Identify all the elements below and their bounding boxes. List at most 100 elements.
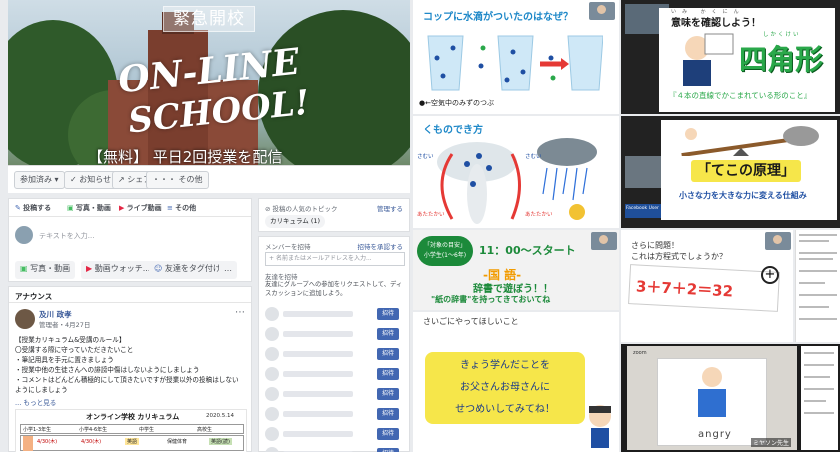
slide3-title: 意味を確認しよう！ (671, 18, 761, 29)
friend-invite-button[interactable]: 招待 (377, 348, 399, 360)
manage-link[interactable]: 管理する (377, 203, 403, 213)
slide-kokugo: 「対象の目安」 小学生(1〜6年) 11：00〜スタート -国 語- 辞書で遊ぼう… (413, 230, 619, 310)
friend-avatar (265, 367, 279, 381)
slide6-question: さらに問題！ これは方程式でしょうか？ (631, 241, 727, 261)
slide-lever-principle: 「てこの原理」 小さな力を大きな力に変える仕組み Facebook User (621, 116, 840, 228)
start-time: 11：00〜スタート (479, 244, 576, 257)
invite-approve-link[interactable]: 招待を承認する (358, 241, 404, 251)
friend-invite-button[interactable]: 招待 (377, 368, 399, 380)
slide1-title: コップに水滴がついたのはなぜ？ (423, 12, 573, 23)
zoom-label: zoom (633, 350, 647, 356)
student-illustration (589, 405, 611, 448)
slide2-label-warm-left: あたたかい (417, 212, 445, 218)
equation-card: 3＋7＋2＝32 (628, 264, 780, 312)
chat-panel (795, 230, 840, 342)
slide3-definition: 『４本の直線でかこまれている形のこと』 (669, 91, 812, 100)
post-options-icon[interactable]: ⋯ (235, 307, 245, 318)
friend-name-blurred (283, 331, 353, 337)
presenter-video-1 (589, 2, 615, 20)
invite-card: メンバーを招待 招待を承認する + 名前またはメールアドレスを入力... 友達を… (258, 236, 410, 452)
angry-face-illustration (698, 367, 726, 417)
plus-sign-card: + (761, 266, 779, 284)
presenter-video-5 (591, 232, 617, 250)
friend-avatar (265, 327, 279, 341)
notify-button[interactable]: ✓ お知らせ (64, 171, 118, 189)
composer-tag-button[interactable]: ☺ 友達をタグ付け (149, 261, 226, 279)
friend-avatar (265, 407, 279, 421)
slide6-equation: 3＋7＋2＝32 (635, 277, 734, 301)
composer-tab-more[interactable]: ≡ その他 (167, 203, 196, 213)
slide3-word-ruby: しかくけい (763, 32, 801, 38)
topic-chip[interactable]: カリキュラム (1) (265, 215, 326, 228)
invite-input[interactable]: + 名前またはメールアドレスを入力... (265, 252, 405, 266)
friend-invite-desc: 友達にグループへの参加をリクエストして、ディスカッションに追加しよう。 (265, 281, 403, 297)
slide-angry-card: zoom angry ミヤソン先生 (621, 344, 840, 452)
presenter-name: ミヤソン先生 (751, 438, 792, 447)
curriculum-date: 2020.5.14 (206, 413, 234, 419)
joined-button[interactable]: 参加済み ▾ (14, 171, 65, 189)
slide-equation: さらに問題！ これは方程式でしょうか？ 3＋7＋2＝32 + (621, 230, 793, 342)
composer-more-button[interactable]: … (219, 261, 237, 279)
invite-members-title: メンバーを招待 (265, 243, 311, 251)
friend-name-blurred (283, 351, 353, 357)
slide5-line1: 辞書で遊ぼう！！ (473, 284, 553, 295)
friend-invite-button[interactable]: 招待 (377, 308, 399, 320)
facebook-user-label: Facebook User (625, 204, 661, 218)
friend-avatar (265, 427, 279, 441)
friend-invite-button[interactable]: 招待 (377, 428, 399, 440)
read-more-link[interactable]: ... もっと見る (15, 397, 56, 407)
vocabulary-word: angry (698, 429, 732, 440)
more-button[interactable]: ・・・ その他 (146, 171, 209, 189)
friend-name-blurred (283, 311, 353, 317)
cloud-diagram (437, 138, 597, 224)
friend-invite-button[interactable]: 招待 (377, 328, 399, 340)
author-avatar (15, 309, 35, 329)
cover-badge: 緊急開校 (163, 6, 255, 32)
slide-water-droplets: コップに水滴がついたのはなぜ？ ●←空気中のみずのつぶ (413, 0, 619, 114)
curriculum-title: オンライン学校 カリキュラム (86, 413, 180, 421)
friend-avatar (265, 387, 279, 401)
target-badge: 「対象の目安」 小学生(1〜6年) (417, 236, 473, 266)
slide2-label-cold-right: さむい (525, 154, 542, 160)
slide7-header: さいごにやってほしいこと (423, 317, 519, 326)
friend-avatar (265, 347, 279, 361)
participant-list (801, 346, 838, 450)
composer-watch-button[interactable]: ▶ 動画ウォッチ... (81, 261, 156, 279)
slide2-label-cold-left: さむい (417, 154, 434, 160)
announcement-heading: アナウンス (15, 292, 53, 301)
composer-input[interactable]: テキストを入力... (39, 231, 94, 241)
popular-topics-title: 投稿の人気のトピック (272, 205, 338, 213)
slide4-description: 小さな力を大きな力に変える仕組み (679, 191, 807, 200)
slide7-message: きょう学んだことを お父さんお母さんに せつめいしてみてね！ (425, 352, 585, 424)
friend-invite-button[interactable]: 招待 (377, 408, 399, 420)
friend-avatar (265, 307, 279, 321)
composer-tab-live[interactable]: ▶ ライブ動画 (119, 203, 162, 213)
friend-name-blurred (283, 411, 353, 417)
announcement-post: アナウンス 及川 政孝 管理者・4月27日 ⋯ 【授業カリキュラム&受講のルール… (8, 286, 252, 452)
slide-square-meaning: いみ かくにん 意味を確認しよう！ しかくけい 四角形 『４本の直線でかこまれて… (621, 0, 840, 114)
composer-photo-button[interactable]: ▣ 写真・動画 (15, 261, 76, 279)
friend-invite-button[interactable]: 招待 (377, 388, 399, 400)
slide2-label-warm-right: あたたかい (525, 212, 553, 218)
curriculum-image[interactable]: オンライン学校 カリキュラム 2020.5.14 小学1-3年生 小学4-6年生… (15, 409, 247, 452)
post-meta: 管理者・4月27日 (39, 321, 91, 329)
cover-subtitle: 【無料】 平日2回授業を配信 (88, 148, 283, 165)
slide5-line2: "紙の辞書"を持ってきておいてね (431, 295, 551, 304)
slide3-word: 四角形 (739, 43, 824, 76)
presenter-video-6 (765, 232, 791, 250)
teacher-illustration (683, 33, 734, 86)
friend-invite-button[interactable]: 招待 (377, 448, 399, 452)
friend-avatar (265, 447, 279, 452)
invite-input-placeholder: 名前またはメールアドレスを入力... (275, 255, 372, 262)
slide4-title: 「てこの原理」 (691, 160, 801, 182)
topics-icon: ⊘ (265, 205, 271, 213)
facebook-group-panel: 緊急開校 ON-LINE SCHOOL! 【無料】 平日2回授業を配信 参加済み… (0, 0, 413, 452)
lever-illustration (681, 126, 819, 156)
composer-tab-post[interactable]: ✎ 投稿する (15, 203, 51, 213)
composer-tab-photo[interactable]: ▣ 写真・動画 (67, 203, 111, 213)
presenter-video-4 (625, 156, 661, 188)
slide-final-request: さいごにやってほしいこと きょう学んだことを お父さんお母さんに せつめいしてみてね… (413, 312, 619, 452)
slide-cloud-formation: くものでき方 さむい あたたかい さむい あたたかい (413, 116, 619, 228)
friend-name-blurred (283, 391, 353, 397)
group-action-bar: 参加済み ▾ ✓ お知らせ ↗ シェア ・・・ その他 (8, 165, 410, 193)
